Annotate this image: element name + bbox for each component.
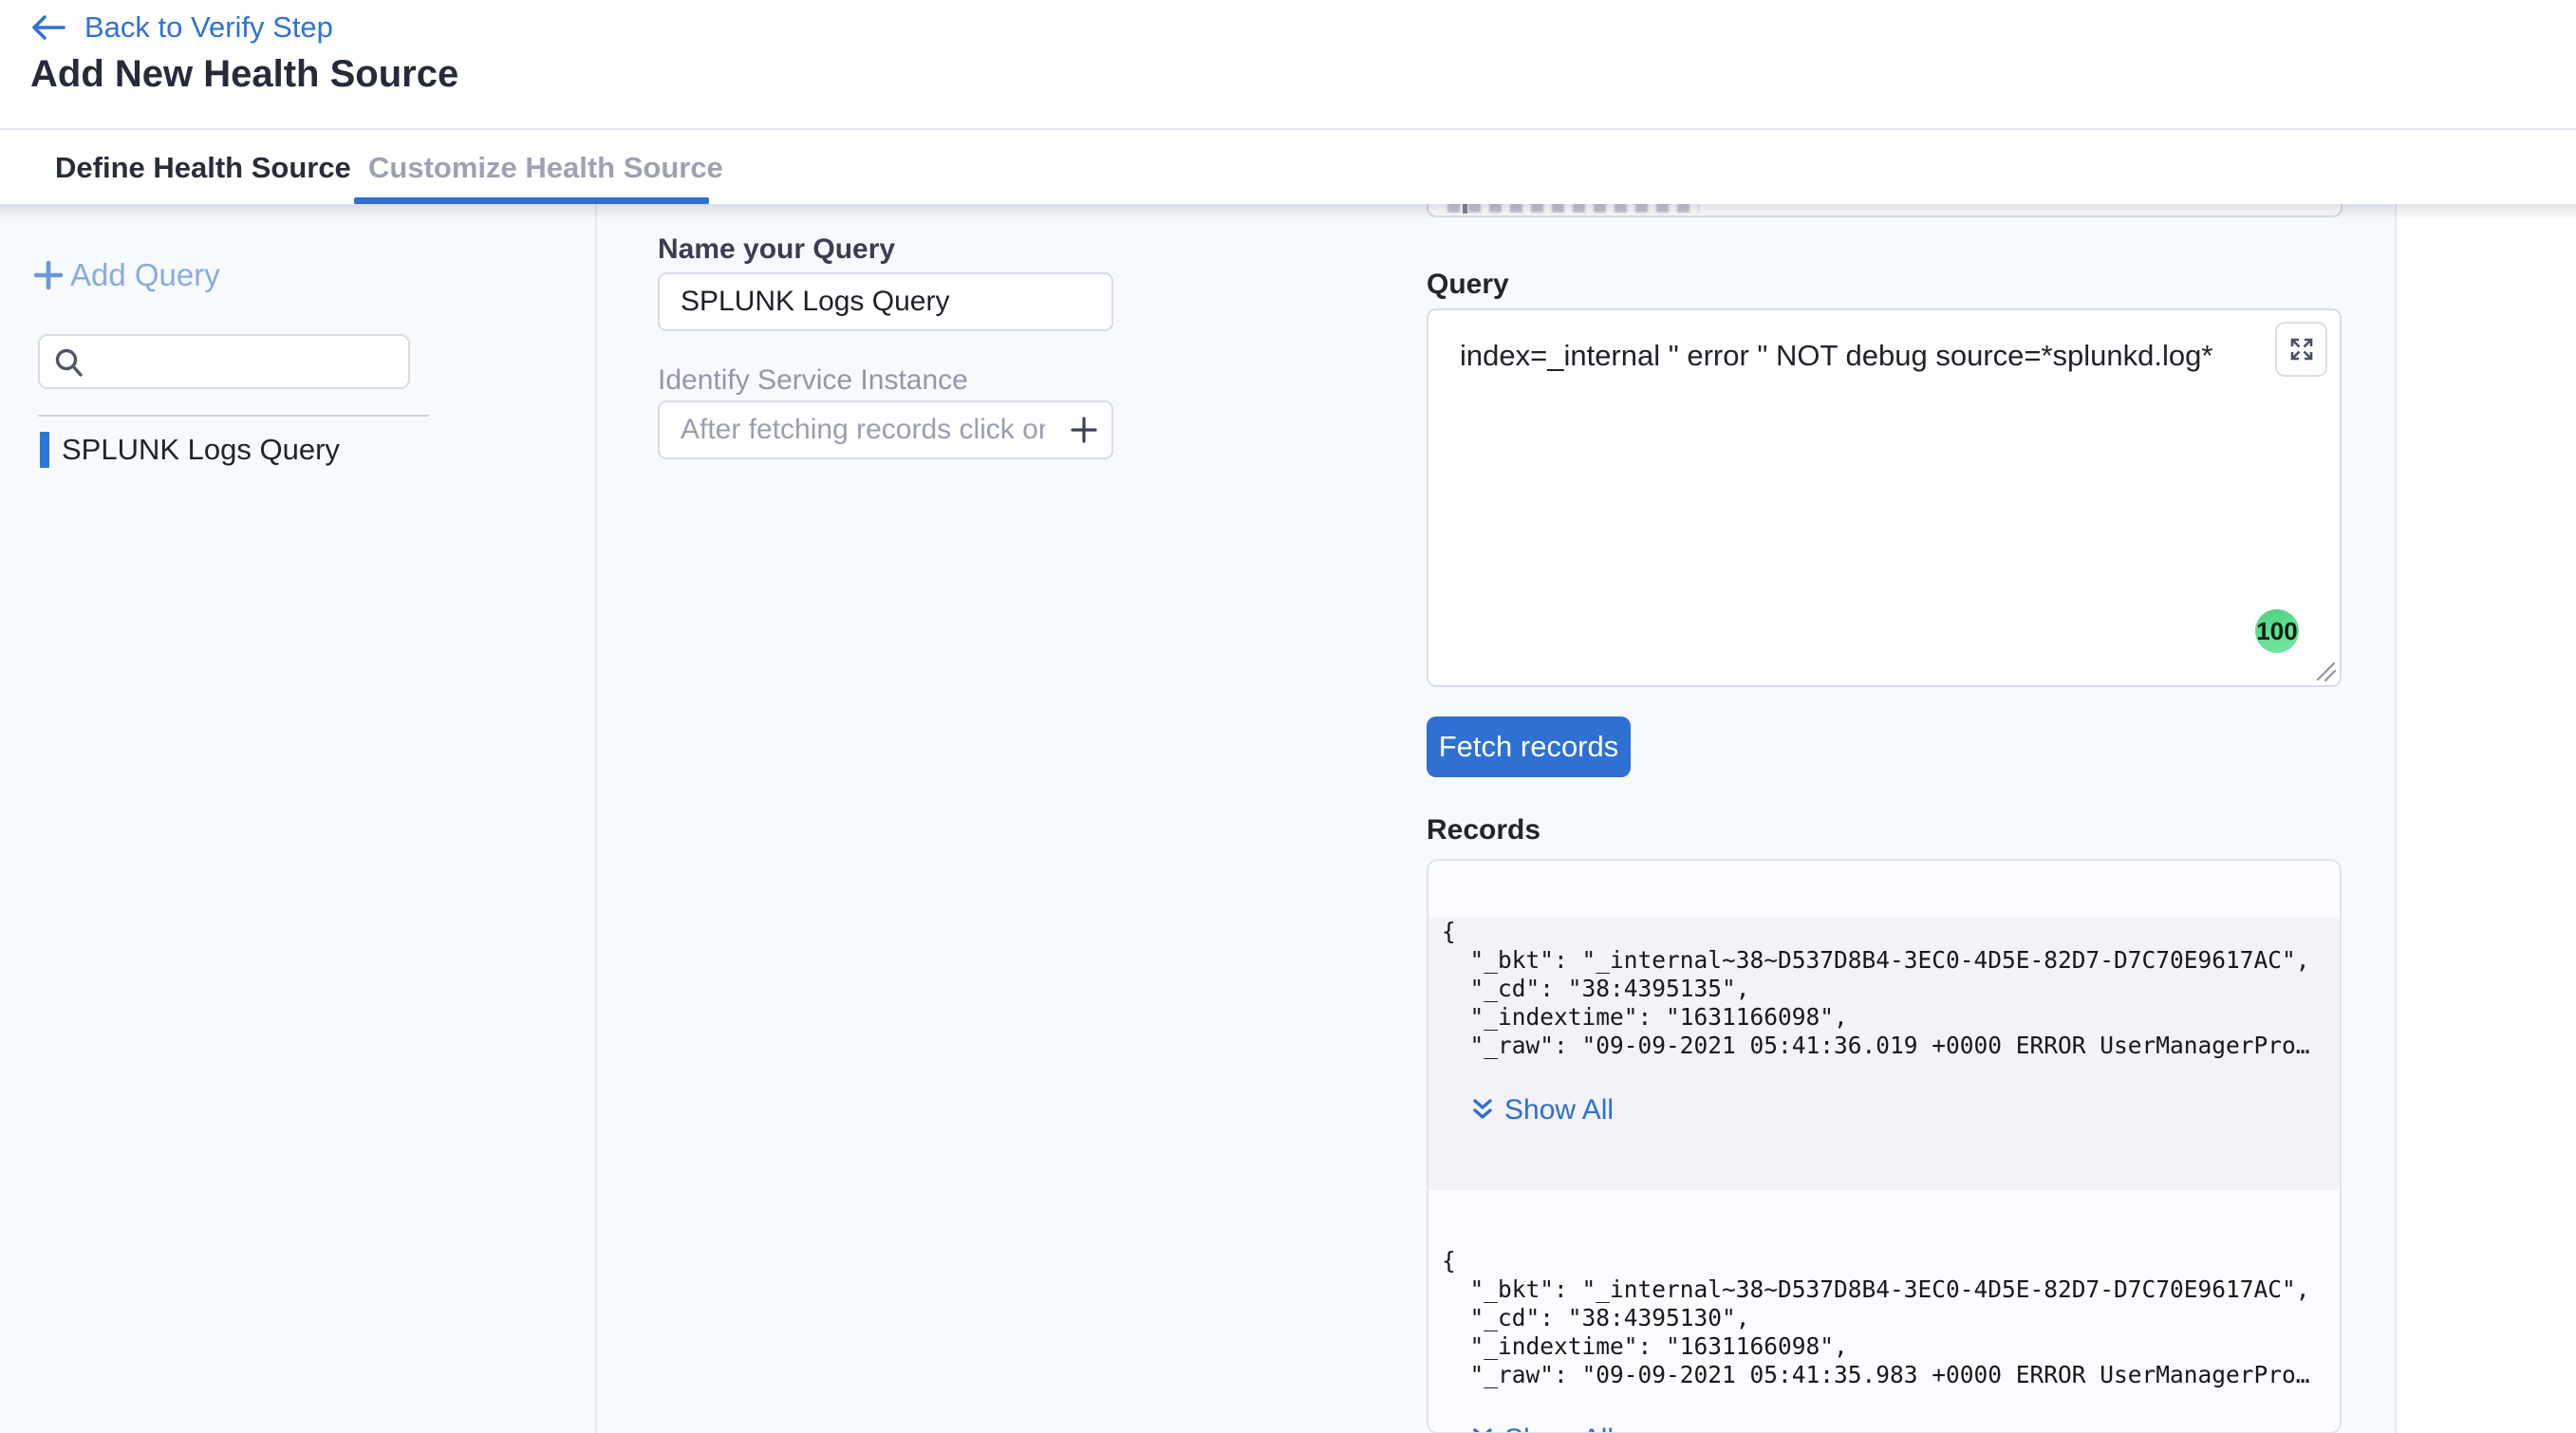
service-instance-input[interactable] bbox=[658, 400, 1113, 459]
clipped-top-input[interactable] bbox=[1427, 204, 2343, 217]
sidebar-divider bbox=[595, 204, 597, 1433]
service-instance-field bbox=[658, 400, 1113, 459]
name-your-query-label: Name your Query bbox=[658, 233, 895, 266]
clipped-text-remnant bbox=[1447, 204, 1699, 213]
clipped-text-cursor bbox=[1463, 204, 1467, 214]
tab-define-health-source[interactable]: Define Health Source bbox=[55, 151, 351, 185]
plus-icon[interactable] bbox=[1068, 414, 1100, 446]
fetch-records-button[interactable]: Fetch records bbox=[1427, 716, 1631, 777]
show-all-link[interactable]: Show All bbox=[1470, 1094, 1614, 1126]
identify-service-instance-label: Identify Service Instance bbox=[658, 364, 968, 397]
content-right-divider bbox=[2395, 204, 2397, 1433]
records-panel: { "_bkt": "_internal~38~D537D8B4-3EC0-4D… bbox=[1427, 859, 2342, 1433]
records-label: Records bbox=[1427, 814, 1540, 847]
back-to-verify-link[interactable]: Back to Verify Step bbox=[31, 10, 333, 45]
selected-query-indicator bbox=[40, 432, 49, 468]
query-search-box bbox=[38, 334, 410, 389]
chevron-double-down-icon bbox=[1470, 1426, 1495, 1433]
sidebar-item-splunk-logs-query[interactable]: SPLUNK Logs Query bbox=[40, 432, 340, 468]
query-textarea[interactable]: index=_internal " error " NOT debug sour… bbox=[1427, 308, 2342, 687]
sidebar-section-divider bbox=[38, 415, 429, 417]
right-gutter bbox=[2397, 204, 2576, 1433]
page-title: Add New Health Source bbox=[30, 53, 458, 96]
query-label: Query bbox=[1427, 269, 1509, 301]
add-query-button[interactable]: Add Query bbox=[32, 257, 220, 293]
maximize-icon bbox=[2287, 334, 2317, 364]
add-query-label: Add Query bbox=[70, 257, 220, 293]
sidebar-query-name: SPLUNK Logs Query bbox=[62, 433, 340, 467]
record-card: { "_bkt": "_internal~38~D537D8B4-3EC0-4D… bbox=[1428, 918, 2340, 1190]
record-card: { "_bkt": "_internal~38~D537D8B4-3EC0-4D… bbox=[1428, 1247, 2340, 1433]
customize-health-source-pane: Add Query SPLUNK Logs Query Name your Qu… bbox=[0, 204, 2576, 1433]
expand-query-button[interactable] bbox=[2275, 322, 2327, 377]
query-name-input[interactable] bbox=[658, 272, 1113, 331]
active-tab-underline bbox=[354, 197, 709, 204]
query-search-input[interactable] bbox=[93, 338, 401, 387]
arrow-left-icon bbox=[31, 15, 65, 40]
show-all-link[interactable]: Show All bbox=[1470, 1424, 1614, 1433]
show-all-label: Show All bbox=[1504, 1424, 1614, 1433]
back-link-label: Back to Verify Step bbox=[84, 10, 333, 45]
chevron-double-down-icon bbox=[1470, 1097, 1495, 1124]
resize-diagonal-icon[interactable] bbox=[2314, 660, 2337, 682]
query-text: index=_internal " error " NOT debug sour… bbox=[1460, 339, 2212, 373]
search-icon bbox=[52, 346, 86, 381]
record-json: { "_bkt": "_internal~38~D537D8B4-3EC0-4D… bbox=[1442, 1247, 2340, 1389]
record-json: { "_bkt": "_internal~38~D537D8B4-3EC0-4D… bbox=[1442, 918, 2340, 1060]
tab-bar: Define Health Source Customize Health So… bbox=[0, 130, 2576, 204]
plus-icon bbox=[32, 259, 65, 291]
record-count-badge: 100 bbox=[2255, 609, 2299, 653]
show-all-label: Show All bbox=[1504, 1094, 1614, 1126]
tab-customize-health-source[interactable]: Customize Health Source bbox=[368, 151, 723, 185]
